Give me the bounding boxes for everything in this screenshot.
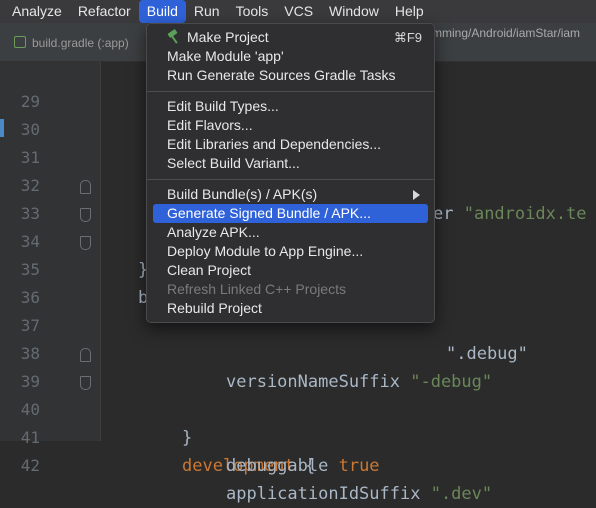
code-text[interactable]: applicationIdSuffix ".dev": [226, 480, 492, 508]
menu-tools[interactable]: Tools: [228, 0, 277, 23]
menu-item-rebuild-project[interactable]: Rebuild Project: [153, 299, 428, 318]
shortcut-label: ⌘F9: [393, 30, 422, 45]
menu-item-refresh-cpp: Refresh Linked C++ Projects: [167, 281, 346, 297]
code-token: applicationIdSuffix: [226, 484, 431, 504]
code-line: 39 }: [0, 340, 596, 448]
menu-bar: Analyze Refactor Build Run Tools VCS Win…: [0, 0, 596, 24]
fold-marker-icon[interactable]: [80, 236, 91, 250]
menu-separator: [147, 91, 434, 92]
code-line: 42 applicationIdSuffix ".dev": [0, 424, 596, 504]
menu-item-label: Make Project: [187, 29, 269, 45]
menu-separator: [147, 179, 434, 180]
menu-vcs[interactable]: VCS: [276, 0, 321, 23]
menu-item-generate-signed-apk[interactable]: Generate Signed Bundle / APK...: [153, 204, 428, 223]
fold-marker-icon[interactable]: [80, 348, 91, 362]
menu-help[interactable]: Help: [387, 0, 432, 23]
menu-item-select-build-variant[interactable]: Select Build Variant...: [153, 154, 428, 173]
hammer-icon: [167, 28, 181, 44]
line-number: 42: [20, 456, 40, 475]
menu-item-deploy-app-engine[interactable]: Deploy Module to App Engine...: [153, 242, 428, 261]
menu-analyze[interactable]: Analyze: [0, 0, 70, 23]
menu-item-clean-project[interactable]: Clean Project: [153, 261, 428, 280]
code-string: ".dev": [430, 484, 493, 504]
build-menu-dropdown: Make Project ⌘F9 Make Module 'app' Run G…: [146, 23, 435, 323]
menu-item-generate-sources[interactable]: Run Generate Sources Gradle Tasks: [153, 66, 428, 85]
code-line: 40 development {: [0, 368, 596, 476]
fold-marker-icon[interactable]: [80, 180, 91, 194]
menu-window[interactable]: Window: [321, 0, 387, 23]
code-token: debuggable: [226, 456, 339, 476]
menu-item-make-module[interactable]: Make Module 'app': [153, 47, 428, 66]
submenu-arrow-icon: [413, 190, 420, 200]
gradle-file-icon: [14, 36, 26, 48]
menu-item-make-project[interactable]: Make Project ⌘F9: [153, 28, 428, 47]
code-text[interactable]: debuggable true: [226, 452, 380, 480]
menu-item-analyze-apk[interactable]: Analyze APK...: [153, 223, 428, 242]
fold-marker-icon[interactable]: [80, 208, 91, 222]
menu-item-edit-build-types[interactable]: Edit Build Types...: [153, 97, 428, 116]
menu-item-label: Build Bundle(s) / APK(s): [167, 186, 318, 202]
file-tab-label: build.gradle (:app): [32, 36, 129, 50]
fold-marker-icon[interactable]: [80, 376, 91, 390]
menu-item-build-bundle-apk[interactable]: Build Bundle(s) / APK(s): [153, 185, 428, 204]
menu-item-edit-dependencies[interactable]: Edit Libraries and Dependencies...: [153, 135, 428, 154]
file-tab[interactable]: build.gradle (:app): [0, 33, 139, 53]
code-keyword: true: [338, 456, 380, 476]
menu-run[interactable]: Run: [186, 0, 228, 23]
menu-item-edit-flavors[interactable]: Edit Flavors...: [153, 116, 428, 135]
menu-build[interactable]: Build: [138, 0, 186, 23]
window-path: mming/Android/iamStar/iam: [432, 26, 581, 40]
menu-refactor[interactable]: Refactor: [70, 0, 139, 23]
code-line: 41 debuggable true: [0, 396, 596, 476]
